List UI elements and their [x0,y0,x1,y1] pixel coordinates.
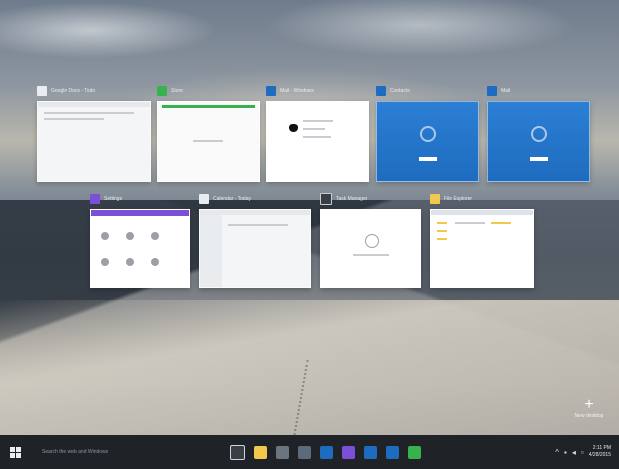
window-title: Mail - Windows [280,88,314,94]
mail-icon [266,86,276,96]
window-thumbnail [320,209,421,288]
windows-logo-icon [9,446,21,458]
pinned-apps [230,435,421,469]
clock-time: 2:11 PM [592,445,611,451]
clock[interactable]: 2:11 PM 4/28/2015 [589,445,611,459]
window-thumbnail [37,101,151,182]
window-title: Contacts [390,88,410,94]
window-thumbnail [266,101,369,182]
search-box[interactable]: Search the web and Windows [34,441,232,463]
window-thumbnail [430,209,534,288]
window-icon [320,193,332,205]
task-window-store[interactable]: Store [157,84,260,182]
task-window-calendar[interactable]: Calendar - Today [199,192,311,288]
task-window-contacts[interactable]: Contacts [376,84,479,182]
task-window-google-docs[interactable]: Google Docs - Todo [37,84,151,182]
task-view-icon[interactable] [230,444,245,460]
task-window-mail-windows[interactable]: Mail - Windows [266,84,369,182]
chevron-up-icon[interactable]: ^ [555,448,559,457]
contacts-icon[interactable] [386,445,399,459]
wallpaper-footprints [293,360,369,435]
new-desktop-button[interactable]: + New desktop [564,397,614,429]
window-thumbnail [199,209,311,288]
window-title: Task Manager [336,196,368,202]
gear-icon [37,86,47,96]
notification-icon[interactable]: ▫ [581,448,584,457]
task-window-file-explorer[interactable]: File Explorer [430,192,534,288]
photos-icon[interactable] [364,445,377,459]
store-icon[interactable] [276,445,289,459]
plus-icon: + [584,396,594,413]
window-title: Settings [104,196,123,202]
gear-icon [199,194,209,204]
task-window-task-manager[interactable]: Task Manager [320,192,421,288]
window-title: File Explorer [444,196,473,202]
window-thumbnail [487,101,590,182]
settings-icon [90,194,100,204]
edge-icon[interactable] [298,445,311,459]
search-placeholder: Search the web and Windows [42,449,109,455]
mail-icon[interactable] [320,445,333,459]
task-window-mail[interactable]: Mail [487,84,590,182]
start-button[interactable] [0,435,30,469]
store-icon [157,86,167,96]
window-thumbnail [90,209,190,288]
window-icon [376,86,386,96]
window-title: Store [171,88,183,94]
task-window-settings[interactable]: Settings [90,192,190,288]
xbox-icon[interactable] [408,445,421,459]
window-title: Mail [501,88,511,94]
window-thumbnail [376,101,479,182]
new-desktop-label: New desktop [574,413,604,419]
window-title: Google Docs - Todo [51,88,96,94]
network-icon[interactable]: ▪ [564,448,567,457]
folder-icon [430,194,440,204]
volume-icon[interactable]: ◂ [572,448,576,457]
window-thumbnail [157,101,260,182]
window-title: Calendar - Today [213,196,251,202]
system-tray: ^ ▪ ◂ ▫ 2:11 PM 4/28/2015 [555,435,611,469]
taskbar: Search the web and Windows ^ ▪ ◂ ▫ 2:11 … [0,435,619,469]
clock-date: 4/28/2015 [588,452,611,458]
settings-icon[interactable] [342,445,355,459]
play-icon [487,86,497,96]
file-explorer-icon[interactable] [254,445,267,459]
